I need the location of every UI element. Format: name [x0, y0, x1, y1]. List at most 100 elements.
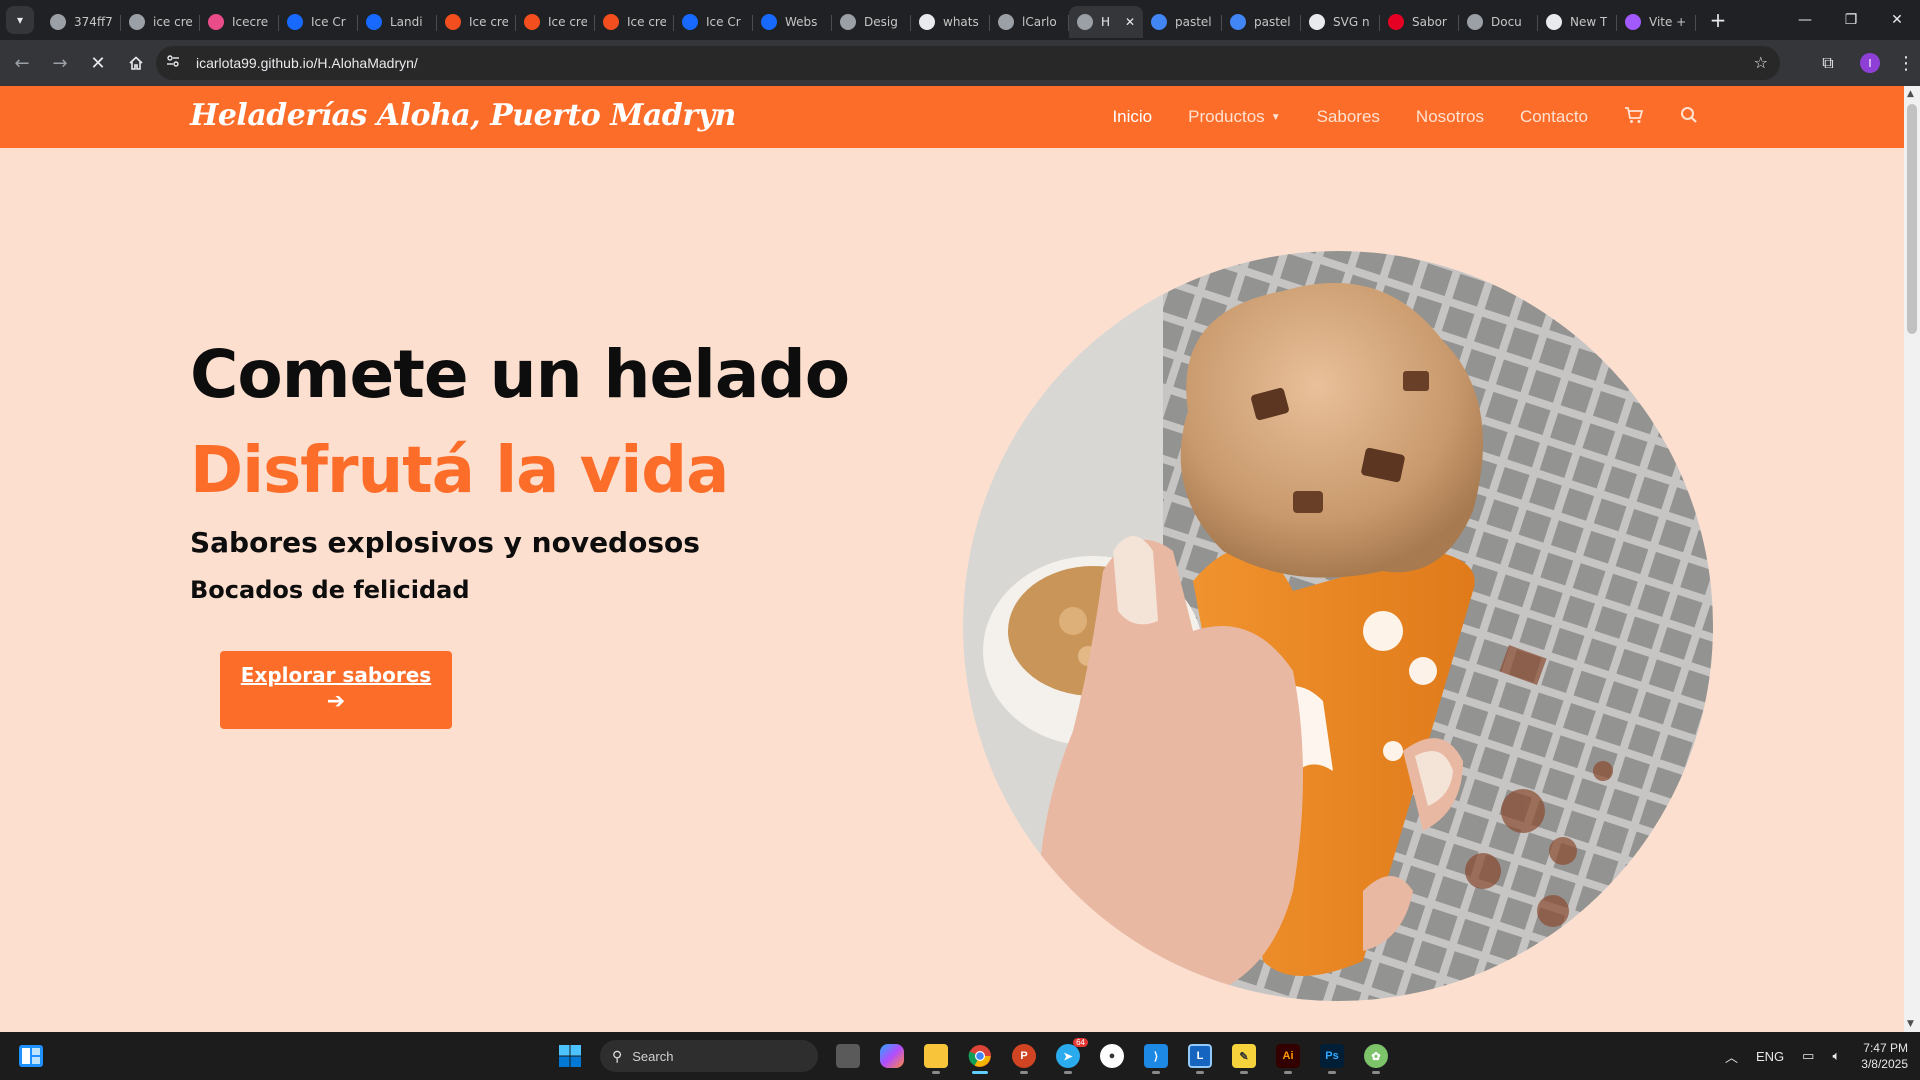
page-scrollbar[interactable]: ▲ ▼: [1904, 86, 1920, 1032]
site-navbar: Heladerías Aloha, Puerto Madryn Inicio P…: [0, 86, 1904, 148]
widgets-icon[interactable]: [18, 1044, 44, 1068]
nav-link-contacto[interactable]: Contacto: [1520, 107, 1588, 127]
nav-link-nosotros[interactable]: Nosotros: [1416, 107, 1484, 127]
vscode-button[interactable]: ⟩: [1134, 1036, 1178, 1076]
loading-icon: [1077, 14, 1093, 30]
tab-list: 374ff7 ice cre Icecre Ice Cr Landi Ice cre Ice…: [42, 0, 1696, 40]
app-circle-icon: ●: [1100, 1044, 1124, 1068]
l-app-icon: L: [1188, 1044, 1212, 1068]
photoshop-button[interactable]: Ps: [1310, 1036, 1354, 1076]
bookmark-star-icon[interactable]: ☆: [1754, 53, 1768, 72]
start-button[interactable]: [548, 1036, 592, 1076]
minimize-button[interactable]: —: [1782, 0, 1828, 40]
system-tray: ︿ ENG ▭ 🔈︎ 7:47 PM 3/8/2025: [1716, 1032, 1908, 1080]
browser-tab[interactable]: Desig: [832, 6, 911, 38]
behance-icon: [366, 14, 382, 30]
tab-label: SVG n: [1333, 15, 1370, 29]
cart-icon[interactable]: [1624, 106, 1644, 129]
browser-tab[interactable]: Ice cre: [516, 6, 595, 38]
arrow-right-icon: ➔: [326, 689, 346, 714]
close-window-button[interactable]: ✕: [1874, 0, 1920, 40]
copilot-button[interactable]: [870, 1036, 914, 1076]
illustrator-button[interactable]: Ai: [1266, 1036, 1310, 1076]
browser-tab[interactable]: Ice cre: [437, 6, 516, 38]
nav-link-inicio[interactable]: Inicio: [1112, 107, 1152, 127]
scroll-down-arrow-icon[interactable]: ▼: [1907, 1019, 1914, 1029]
browser-tab[interactable]: 374ff7: [42, 6, 121, 38]
scroll-up-arrow-icon[interactable]: ▲: [1907, 89, 1914, 99]
profile-avatar[interactable]: I: [1860, 53, 1880, 73]
telegram-button[interactable]: ➤ 64: [1046, 1036, 1090, 1076]
task-view-button[interactable]: [826, 1036, 870, 1076]
tab-search-button[interactable]: ▾: [6, 6, 34, 34]
browser-tab[interactable]: H ✕: [1069, 6, 1143, 38]
toolbar-right: ⧉ I ⋮: [1808, 40, 1920, 86]
network-icon[interactable]: ▭: [1802, 1048, 1814, 1064]
hero-tagline-secondary: Bocados de felicidad: [190, 576, 470, 604]
browser-tab[interactable]: Ice Cr: [279, 6, 358, 38]
lumi-app-button[interactable]: L: [1178, 1036, 1222, 1076]
browser-tab[interactable]: Docu: [1459, 6, 1538, 38]
site-info-icon[interactable]: [166, 54, 186, 72]
nav-link-productos[interactable]: Productos ▼: [1188, 107, 1280, 127]
close-tab-icon[interactable]: ✕: [1125, 15, 1135, 29]
paint-app-button[interactable]: ✿: [1354, 1036, 1398, 1076]
pinterest-icon: [1388, 14, 1404, 30]
home-button[interactable]: [120, 47, 152, 79]
hero-tagline: Sabores explosivos y novedosos: [190, 526, 700, 559]
chrome-button[interactable]: [958, 1036, 1002, 1076]
back-arrow-icon: ←: [14, 52, 30, 74]
address-bar[interactable]: icarlota99.github.io/H.AlohaMadryn/ ☆: [156, 46, 1780, 80]
extensions-puzzle-icon[interactable]: ⧉: [1808, 53, 1848, 73]
powerpoint-button[interactable]: P: [1002, 1036, 1046, 1076]
google-icon: [1230, 14, 1246, 30]
taskbar-search-box[interactable]: ⚲ Search: [600, 1040, 818, 1072]
powerpoint-icon: P: [1012, 1044, 1036, 1068]
pinned-app-button[interactable]: ●: [1090, 1036, 1134, 1076]
new-tab-button[interactable]: +: [1704, 8, 1732, 32]
back-button[interactable]: ←: [6, 47, 38, 79]
browser-tab[interactable]: Ice Cr: [674, 6, 753, 38]
hero-title: Comete un helado: [190, 336, 850, 413]
palette-icon: ✿: [1364, 1044, 1388, 1068]
explore-flavors-button[interactable]: Explorar sabores ➔: [220, 651, 452, 729]
stop-loading-button[interactable]: ✕: [82, 47, 114, 79]
browser-tab[interactable]: Icecre: [200, 6, 279, 38]
restore-button[interactable]: ❐: [1828, 0, 1874, 40]
browser-tab[interactable]: ice cre: [121, 6, 200, 38]
browser-tab[interactable]: whats: [911, 6, 990, 38]
chevron-up-icon[interactable]: ︿: [1725, 1047, 1738, 1066]
figma-icon: [524, 14, 540, 30]
vscode-icon: ⟩: [1144, 1044, 1168, 1068]
photoshop-icon: Ps: [1320, 1044, 1344, 1068]
notes-app-button[interactable]: ✎: [1222, 1036, 1266, 1076]
browser-menu-icon[interactable]: ⋮: [1892, 53, 1920, 74]
clock[interactable]: 7:47 PM 3/8/2025: [1861, 1040, 1908, 1072]
globe-icon: [840, 14, 856, 30]
volume-icon[interactable]: 🔈︎: [1832, 1048, 1840, 1064]
browser-tab[interactable]: New T: [1538, 6, 1617, 38]
search-icon[interactable]: [1680, 106, 1698, 129]
figma-icon: [603, 14, 619, 30]
google-icon: [1151, 14, 1167, 30]
scrollbar-thumb[interactable]: [1907, 104, 1917, 334]
caret-down-icon: ▼: [1270, 112, 1281, 124]
forward-button[interactable]: →: [44, 47, 76, 79]
chrome-icon: [1546, 14, 1562, 30]
browser-tab[interactable]: pastel: [1222, 6, 1301, 38]
browser-tab[interactable]: lCarlo: [990, 6, 1069, 38]
url-text: icarlota99.github.io/H.AlohaMadryn/: [196, 55, 418, 71]
language-indicator[interactable]: ENG: [1756, 1049, 1784, 1064]
browser-tab[interactable]: Sabor: [1380, 6, 1459, 38]
tab-label: H: [1101, 15, 1111, 29]
brand-logo-text[interactable]: Heladerías Aloha, Puerto Madryn: [190, 98, 736, 133]
browser-tab[interactable]: Landi: [358, 6, 437, 38]
browser-tab[interactable]: Vite +: [1617, 6, 1696, 38]
browser-tab[interactable]: Ice cre: [595, 6, 674, 38]
browser-tab[interactable]: SVG n: [1301, 6, 1380, 38]
browser-tab[interactable]: Webs: [753, 6, 832, 38]
file-explorer-button[interactable]: [914, 1036, 958, 1076]
tab-label: Ice cre: [469, 15, 508, 29]
browser-tab[interactable]: pastel: [1143, 6, 1222, 38]
nav-link-sabores[interactable]: Sabores: [1317, 107, 1380, 127]
